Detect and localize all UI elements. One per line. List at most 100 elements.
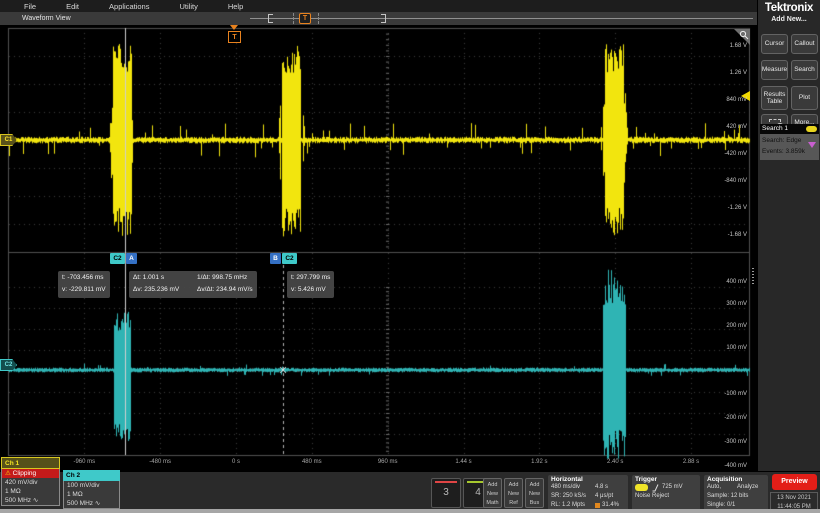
add-new-label: Add New... bbox=[758, 16, 820, 23]
cursor-button[interactable]: Cursor bbox=[761, 34, 788, 54]
axis-label: -840 mV bbox=[724, 178, 747, 184]
axis-label: 840 mV bbox=[726, 97, 747, 103]
menu-help[interactable]: Help bbox=[228, 2, 243, 11]
tab-waveform-view[interactable]: Waveform View bbox=[22, 15, 71, 22]
ch2-scale: 100 mV/div bbox=[64, 481, 119, 490]
axis-label: 480 ms bbox=[302, 459, 322, 465]
menu-file[interactable]: File bbox=[24, 2, 36, 11]
horizontal-window: 4.8 s bbox=[595, 483, 608, 492]
minimap-trigger-icon[interactable]: T bbox=[299, 13, 311, 24]
trigger-mode: Noise Reject bbox=[635, 492, 669, 501]
cursor-b-source-badge[interactable]: C2 bbox=[282, 253, 297, 264]
axis-label: 1.44 s bbox=[455, 459, 471, 465]
menu-applications[interactable]: Applications bbox=[109, 2, 149, 11]
magnifier-icon bbox=[739, 30, 749, 40]
axis-label: 200 mV bbox=[726, 323, 747, 329]
date-label: 13 Nov 2021 bbox=[771, 494, 817, 503]
measure-button[interactable]: Measure bbox=[761, 60, 788, 80]
sidebar: Tektronix Add New... Cursor Callout Meas… bbox=[757, 0, 820, 471]
cursor-a-time: t: -703.456 ms bbox=[62, 272, 106, 284]
axis-label: -200 mV bbox=[724, 415, 747, 421]
horizontal-resolution: 4 μs/pt bbox=[595, 492, 613, 501]
cursor-b-voltage: v: 5.426 mV bbox=[291, 284, 330, 296]
panel-splitter-handle[interactable] bbox=[752, 268, 754, 284]
add-new-math-button[interactable]: Add New Math bbox=[483, 478, 502, 508]
waveform-display[interactable]: T C1 C2 C2 A B C2 t: -703.456 ms v: -229… bbox=[0, 25, 757, 471]
minimap-right-bracket[interactable] bbox=[381, 14, 386, 23]
axis-label: 1.26 V bbox=[730, 70, 747, 76]
axis-label: -420 mV bbox=[724, 151, 747, 157]
ch1-bandwidth: 500 MHz ∿ bbox=[2, 496, 59, 505]
axis-label: -400 mV bbox=[724, 463, 747, 469]
axis-label: 400 mV bbox=[726, 279, 747, 285]
plot-button[interactable]: Plot bbox=[791, 86, 818, 110]
acq-analyze: Analyze bbox=[737, 483, 758, 492]
trigger-level-value: 725 mV bbox=[662, 483, 683, 492]
cursor-b-time: t: 297.799 ms bbox=[291, 272, 330, 284]
ch1-badge-header: Ch 1 bbox=[1, 457, 60, 469]
axis-label: 960 ms bbox=[378, 459, 398, 465]
warning-icon: ⚠ bbox=[5, 470, 13, 477]
waveform-canvas[interactable] bbox=[0, 25, 757, 471]
ch3-color-stripe bbox=[435, 481, 457, 483]
trigger-position-flag[interactable]: T bbox=[228, 31, 241, 43]
search-source-pill bbox=[806, 126, 817, 132]
search-badge-body: Search: Edge Events: 3.859k bbox=[760, 134, 819, 160]
axis-label: -1.26 V bbox=[728, 205, 747, 211]
trigger-position-triangle[interactable] bbox=[230, 25, 238, 30]
acquisition-panel[interactable]: Acquisition Auto,Analyze Sample: 12 bits… bbox=[704, 475, 768, 511]
cursor-b-readout[interactable]: t: 297.799 ms v: 5.426 mV bbox=[287, 271, 334, 298]
tab-bar: Waveform View T bbox=[0, 12, 757, 25]
menu-utility[interactable]: Utility bbox=[179, 2, 197, 11]
axis-label: -480 ms bbox=[149, 459, 171, 465]
ch1-scale: 420 mV/div bbox=[2, 478, 59, 487]
inv-delta-t: 1/Δt: 998.75 mHz bbox=[197, 272, 247, 284]
minimap-left-bracket[interactable] bbox=[268, 14, 273, 23]
acq-mode: Auto, bbox=[707, 483, 737, 492]
cursor-a-voltage: v: -229.811 mV bbox=[62, 284, 106, 296]
cursor-delta-readout[interactable]: Δt: 1.001 s 1/Δt: 998.75 mHz Δv: 235.236… bbox=[129, 271, 257, 298]
cursor-b-badge[interactable]: B bbox=[270, 253, 281, 264]
channel-3-button[interactable]: 3 bbox=[431, 478, 461, 508]
horizontal-panel[interactable]: Horizontal 480 ms/div4.8 s SR: 250 kS/s4… bbox=[548, 475, 628, 511]
axis-label: 100 mV bbox=[726, 345, 747, 351]
minimap-tick bbox=[318, 13, 319, 24]
acq-sample: Sample: 12 bits bbox=[707, 492, 748, 501]
axis-label: -100 mV bbox=[724, 391, 747, 397]
horizontal-title: Horizontal bbox=[551, 476, 625, 483]
add-new-ref-button[interactable]: Add New Ref bbox=[504, 478, 523, 508]
ch3-label: 3 bbox=[443, 487, 449, 498]
menu-bar: File Edit Applications Utility Help bbox=[0, 0, 757, 12]
minimap-line bbox=[250, 18, 753, 19]
delta-v: Δv: 235.236 mV bbox=[133, 284, 197, 296]
rising-edge-icon bbox=[651, 483, 660, 492]
axis-label: 420 mV bbox=[726, 124, 747, 130]
cursor-a-badge[interactable]: A bbox=[126, 253, 137, 264]
axis-label: 0 s bbox=[232, 459, 240, 465]
trigger-source-chip bbox=[635, 484, 648, 491]
search-button[interactable]: Search bbox=[791, 60, 818, 80]
ch1-badge[interactable]: Ch 1 ⚠ Clipping 420 mV/div 1 MΩ 500 MHz … bbox=[1, 457, 60, 506]
axis-label: -960 ms bbox=[73, 459, 95, 465]
cursor-a-source-badge[interactable]: C2 bbox=[110, 253, 125, 264]
oscilloscope-app: File Edit Applications Utility Help Wave… bbox=[0, 0, 820, 513]
ch2-impedance: 1 MΩ bbox=[64, 490, 119, 499]
axis-label: 1.92 s bbox=[531, 459, 547, 465]
results-table-button[interactable]: Results Table bbox=[761, 86, 788, 110]
add-new-bus-button[interactable]: Add New Bus bbox=[525, 478, 544, 508]
tektronix-logo: Tektronix bbox=[758, 0, 820, 14]
preview-button[interactable]: Preview bbox=[772, 474, 817, 490]
trigger-panel[interactable]: Trigger 725 mV Noise Reject bbox=[632, 475, 700, 511]
ch2-bandwidth: 500 MHz ∿ bbox=[64, 499, 119, 508]
ch2-badge[interactable]: Ch 2 100 mV/div 1 MΩ 500 MHz ∿ bbox=[63, 470, 120, 509]
callout-button[interactable]: Callout bbox=[791, 34, 818, 54]
bottom-strip bbox=[0, 509, 820, 513]
axis-label: -1.68 V bbox=[728, 232, 747, 238]
horizontal-scale: 480 ms/div bbox=[551, 483, 595, 492]
minimap-tick bbox=[293, 13, 294, 24]
delta-v-over-t: Δv/Δt: 234.94 mV/s bbox=[197, 284, 253, 296]
search-badge-header: Search 1 bbox=[760, 124, 819, 134]
search-result-badge[interactable]: Search 1 Search: Edge Events: 3.859k bbox=[760, 124, 819, 160]
cursor-a-readout[interactable]: t: -703.456 ms v: -229.811 mV bbox=[58, 271, 110, 298]
menu-edit[interactable]: Edit bbox=[66, 2, 79, 11]
